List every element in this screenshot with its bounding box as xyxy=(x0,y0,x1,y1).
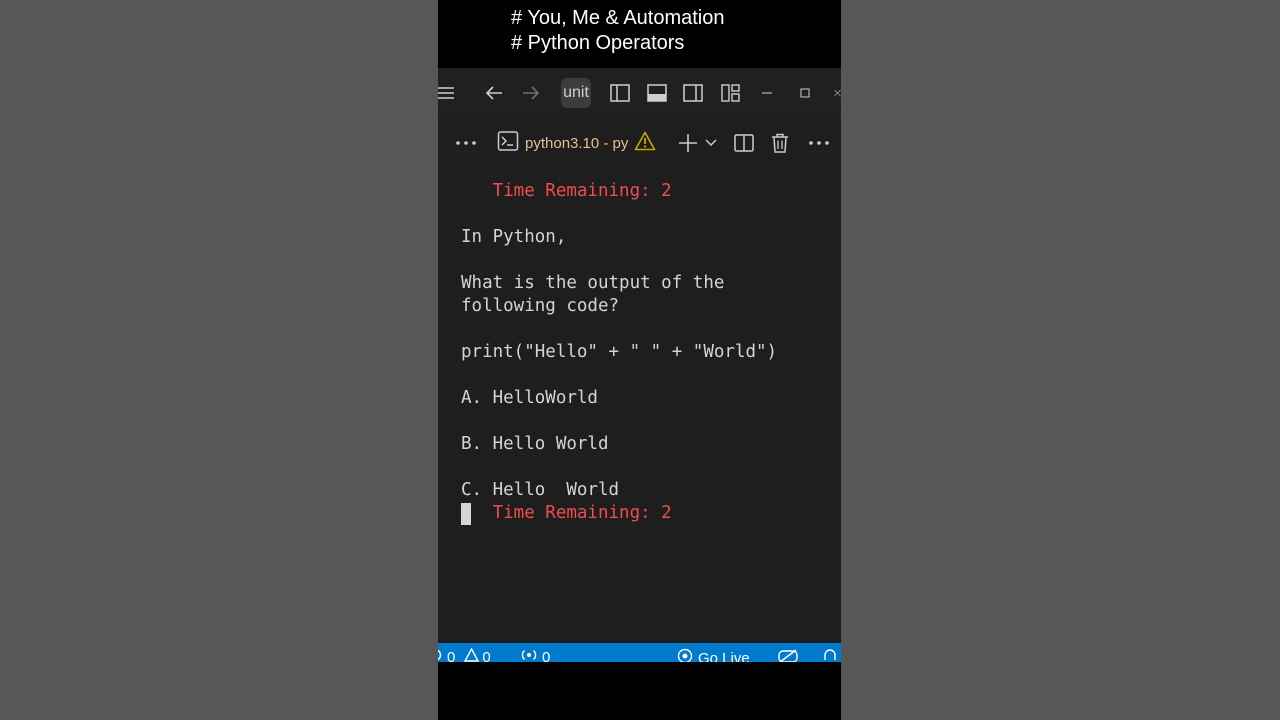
error-count: 0 xyxy=(447,649,456,662)
option-a: A. HelloWorld xyxy=(461,388,598,408)
timer-line: Time Remaining: 2 xyxy=(461,181,672,201)
customize-layout-icon[interactable] xyxy=(720,68,742,118)
maximize-icon[interactable] xyxy=(798,68,812,118)
go-live-icon xyxy=(677,648,693,662)
toggle-primary-sidebar-icon[interactable] xyxy=(609,68,631,118)
caption-line-2: # Python Operators xyxy=(511,32,685,54)
back-arrow-icon[interactable] xyxy=(482,68,506,118)
toggle-secondary-sidebar-icon[interactable] xyxy=(682,68,704,118)
split-icon[interactable] xyxy=(734,118,754,168)
ports-count: 0 xyxy=(542,649,551,662)
toggle-panel-icon[interactable] xyxy=(646,68,668,118)
terminal-line: What is the output of the xyxy=(461,273,725,293)
broadcast-icon xyxy=(520,648,538,662)
terminal-tab[interactable]: python3.10 - py xyxy=(497,118,656,168)
close-icon[interactable] xyxy=(834,68,841,118)
option-b: B. Hello World xyxy=(461,434,609,454)
terminal-name: python3.10 - py xyxy=(525,134,629,152)
terminal-output[interactable]: Time Remaining: 2 In Python, What is the… xyxy=(438,168,841,643)
menu-icon[interactable] xyxy=(438,68,454,118)
problems-indicator[interactable]: 0 0 xyxy=(438,647,491,662)
terminal-line: following code? xyxy=(461,296,620,316)
more-icon[interactable] xyxy=(455,118,477,168)
timer-line: Time Remaining: 2 xyxy=(461,503,672,523)
terminal-icon xyxy=(497,130,519,156)
background-left xyxy=(0,0,438,720)
more-icon[interactable] xyxy=(808,118,830,168)
minimize-icon[interactable] xyxy=(760,68,774,118)
terminal-cursor xyxy=(461,503,471,525)
option-c: C. Hello World xyxy=(461,480,620,500)
chevron-down-icon[interactable] xyxy=(704,118,718,168)
warning-count: 0 xyxy=(482,649,491,662)
warning-icon xyxy=(634,131,656,155)
error-icon xyxy=(438,648,444,662)
code-line: print("Hello" + " " + "World") xyxy=(461,342,778,362)
video-frame: # You, Me & Automation # Python Operator… xyxy=(438,0,841,720)
ports-indicator[interactable]: 0 xyxy=(520,648,550,662)
plus-icon[interactable] xyxy=(677,118,699,168)
go-live-label: Go Live xyxy=(698,650,750,662)
status-bar: 0 0 0 Go Live xyxy=(438,643,841,662)
title-bar: unit xyxy=(438,68,841,118)
background-right xyxy=(841,0,1280,720)
trash-icon[interactable] xyxy=(770,118,790,168)
warning-icon xyxy=(464,647,480,662)
caption-line-1: # You, Me & Automation xyxy=(511,7,725,29)
copilot-icon[interactable] xyxy=(777,648,799,662)
terminal-panel-header: python3.10 - py xyxy=(438,118,841,168)
forward-arrow-icon[interactable] xyxy=(519,68,543,118)
terminal-line: In Python, xyxy=(461,227,567,247)
command-center-search[interactable]: unit xyxy=(561,78,591,108)
go-live-button[interactable]: Go Live xyxy=(677,648,750,662)
notifications-bell-icon[interactable] xyxy=(822,648,838,662)
video-caption: # You, Me & Automation # Python Operator… xyxy=(511,6,725,56)
